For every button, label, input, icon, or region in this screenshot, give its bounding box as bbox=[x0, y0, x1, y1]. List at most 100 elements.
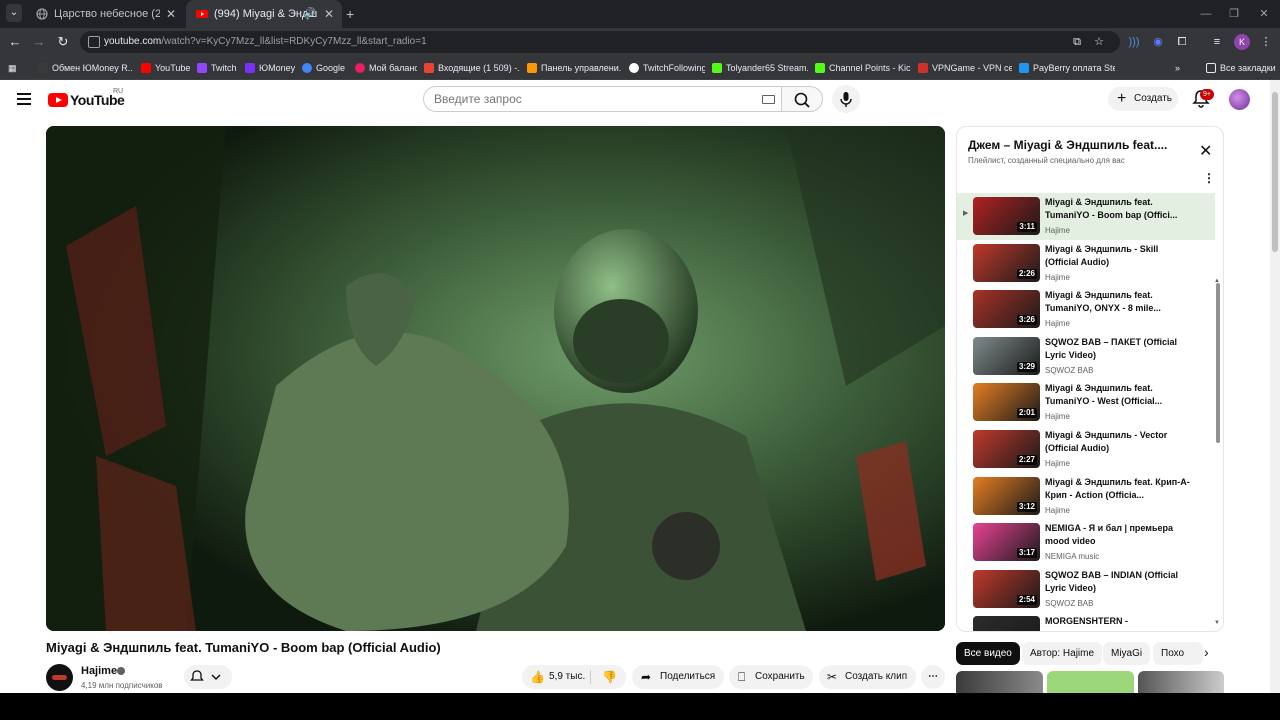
create-button[interactable]: + Создать bbox=[1108, 87, 1178, 111]
search-box[interactable] bbox=[423, 86, 785, 112]
bookmark-item[interactable]: YouTube bbox=[141, 56, 193, 80]
playlist-thumbnail[interactable]: 3:26 bbox=[973, 290, 1040, 329]
playlist-thumbnail[interactable] bbox=[973, 616, 1040, 631]
bookmark-item[interactable]: Входящие (1 509) -... bbox=[424, 56, 520, 80]
playlist-item-title[interactable]: Miyagi & Эндшпиль feat. TumaniYO - Boom … bbox=[1045, 196, 1193, 222]
bookmark-star-icon[interactable]: ☆ bbox=[1092, 35, 1106, 49]
menu-icon[interactable] bbox=[17, 93, 31, 105]
like-count[interactable]: 5,9 тыс. bbox=[549, 665, 585, 689]
bookmark-item[interactable]: Обмен ЮMoney R... bbox=[38, 56, 132, 80]
channel-name[interactable]: Hajime bbox=[81, 665, 117, 677]
chip-author[interactable]: Автор: Hajime bbox=[1022, 642, 1103, 665]
bookmark-item[interactable]: PayBerry оплата Ste... bbox=[1019, 56, 1115, 80]
address-bar[interactable]: youtube.com/watch?v=KyCy7Mzz_ll&list=RDK… bbox=[80, 31, 1120, 53]
playlist-title[interactable]: Джем – Miyagi & Эндшпиль feat.... bbox=[968, 138, 1188, 152]
playlist-item-title[interactable]: SQWOZ BAB – INDIAN (Official Lyric Video… bbox=[1045, 569, 1193, 595]
chevron-right-icon[interactable]: › bbox=[1204, 644, 1209, 660]
chip-all-videos[interactable]: Все видео bbox=[956, 642, 1020, 665]
playlist-item-title[interactable]: Miyagi & Эндшпиль - Skill (Official Audi… bbox=[1045, 243, 1193, 269]
thumbs-down-icon[interactable]: 👎 bbox=[602, 665, 617, 689]
playlist-item-title[interactable]: SQWOZ BAB – ПАКЕТ (Official Lyric Video) bbox=[1045, 336, 1193, 362]
page-scroll-thumb[interactable] bbox=[1272, 92, 1278, 252]
back-icon[interactable]: ← bbox=[7, 34, 23, 50]
playlist-item[interactable]: 2:54 SQWOZ BAB – INDIAN (Official Lyric V… bbox=[957, 566, 1215, 613]
extension-wave-icon[interactable]: ))) bbox=[1126, 34, 1142, 50]
close-tab-icon[interactable]: ✕ bbox=[324, 0, 334, 28]
playlist-thumbnail[interactable]: 3:29 bbox=[973, 336, 1040, 375]
playlist-thumbnail[interactable]: 3:12 bbox=[973, 476, 1040, 515]
playlist-item[interactable]: 3:26 Miyagi & Эндшпиль feat. TumaniYO, ON… bbox=[957, 286, 1215, 333]
keyboard-icon[interactable] bbox=[762, 95, 775, 104]
playlist-item[interactable]: 3:17 NEMIGA - Я и бал | премьера mood vid… bbox=[957, 519, 1215, 566]
save-button[interactable]: ⎕ Сохранить bbox=[729, 665, 813, 689]
bookmark-item[interactable]: VPNGame - VPN ce... bbox=[918, 56, 1012, 80]
playlist-thumbnail[interactable]: 2:54 bbox=[973, 569, 1040, 608]
playlist-item-title[interactable]: NEMIGA - Я и бал | премьера mood video bbox=[1045, 522, 1193, 548]
playlist-item[interactable]: 3:12 Miyagi & Эндшпиль feat. Крип-А-Крип … bbox=[957, 473, 1215, 520]
voice-search-button[interactable] bbox=[832, 85, 860, 113]
extension-shield-icon[interactable]: ◉ bbox=[1150, 34, 1166, 50]
playlist-item[interactable]: MORGENSHTERN - bbox=[957, 612, 1215, 631]
more-actions-icon[interactable]: ⋯ bbox=[921, 665, 945, 689]
recommendation-thumbnail[interactable] bbox=[956, 671, 1043, 693]
bookmark-item[interactable]: Мой баланс bbox=[355, 56, 417, 80]
playlist-thumbnail[interactable]: 2:26 bbox=[973, 243, 1040, 282]
playlist-scrollbar[interactable] bbox=[1216, 283, 1220, 443]
subscription-bell-button[interactable] bbox=[184, 665, 232, 689]
apps-grid-icon[interactable]: ▦ bbox=[8, 56, 22, 80]
channel-avatar[interactable] bbox=[46, 664, 73, 691]
media-controls-icon[interactable]: ≡ bbox=[1209, 34, 1225, 50]
playlist-thumbnail[interactable]: 2:01 bbox=[973, 383, 1040, 422]
bookmark-item[interactable]: ЮMoney bbox=[245, 56, 297, 80]
bookmark-item[interactable]: Channel Points - Kic... bbox=[815, 56, 911, 80]
chip-miyagi[interactable]: MiyaGi bbox=[1103, 642, 1151, 665]
tab-inactive[interactable]: Царство небесное (2005) ✕ bbox=[26, 0, 184, 28]
playlist-item[interactable]: 2:01 Miyagi & Эндшпиль feat. TumaniYO - W… bbox=[957, 379, 1215, 426]
bookmark-item[interactable]: Google bbox=[302, 56, 350, 80]
playlist-thumbnail[interactable]: 2:27 bbox=[973, 430, 1040, 468]
close-playlist-icon[interactable]: ✕ bbox=[1199, 141, 1212, 161]
account-avatar[interactable] bbox=[1229, 89, 1250, 110]
forward-icon[interactable]: → bbox=[31, 34, 47, 50]
speaker-icon[interactable]: 🔊 bbox=[304, 0, 316, 28]
playlist-menu-icon[interactable]: ⋮ bbox=[1203, 171, 1215, 185]
site-info-icon[interactable] bbox=[88, 36, 100, 48]
install-app-icon[interactable]: ⧉ bbox=[1070, 35, 1084, 49]
scroll-down-icon[interactable]: ▼ bbox=[1214, 620, 1220, 626]
playlist-item-title[interactable]: Miyagi & Эндшпиль feat. TumaniYO, ONYX -… bbox=[1045, 289, 1193, 315]
thumbs-up-icon[interactable]: 👍 bbox=[530, 665, 545, 689]
bookmark-item[interactable]: TwitchFollowing bbox=[629, 56, 705, 80]
tab-active[interactable]: (994) Miyagi & Эндшпиль 🔊 ✕ bbox=[186, 0, 342, 28]
playlist-item-title[interactable]: Miyagi & Эндшпиль feat. Крип-А-Крип - Ac… bbox=[1045, 476, 1193, 502]
all-bookmarks[interactable]: Все закладки bbox=[1206, 56, 1276, 80]
playlist-thumbnail[interactable]: 3:11 bbox=[973, 197, 1040, 235]
tab-search-icon[interactable]: ⌄ bbox=[6, 4, 22, 22]
chip-similar[interactable]: Похо bbox=[1153, 642, 1203, 665]
playlist-item[interactable]: 2:27 Miyagi & Эндшпиль - Vector (Official… bbox=[957, 426, 1215, 473]
close-window-icon[interactable]: ✕ bbox=[1248, 0, 1280, 28]
bookmark-item[interactable]: Панель управлени... bbox=[527, 56, 621, 80]
extensions-puzzle-icon[interactable]: ⧠ bbox=[1174, 34, 1190, 50]
playlist-thumbnail[interactable]: 3:17 bbox=[973, 523, 1040, 562]
reload-icon[interactable]: ↻ bbox=[55, 34, 71, 50]
recommendation-thumbnail[interactable] bbox=[1138, 671, 1224, 693]
clip-button[interactable]: ✂ Создать клип bbox=[819, 665, 916, 689]
playlist-item-title[interactable]: Miyagi & Эндшпиль - Vector (Official Aud… bbox=[1045, 429, 1193, 455]
close-tab-icon[interactable]: ✕ bbox=[166, 0, 176, 28]
share-button[interactable]: ➦ Поделиться bbox=[632, 665, 724, 689]
page-scrollbar[interactable] bbox=[1270, 80, 1280, 693]
playlist-item[interactable]: 2:26 Miyagi & Эндшпиль - Skill (Official … bbox=[957, 240, 1215, 287]
playlist-item-title[interactable]: Miyagi & Эндшпиль feat. TumaniYO - West … bbox=[1045, 382, 1193, 408]
search-button[interactable] bbox=[781, 86, 823, 112]
profile-avatar[interactable]: K bbox=[1234, 34, 1250, 50]
playlist-item[interactable]: ▶ 3:11 Miyagi & Эндшпиль feat. TumaniYO - … bbox=[957, 193, 1215, 240]
bookmark-item[interactable]: Twitch bbox=[197, 56, 239, 80]
more-bookmarks-icon[interactable]: » bbox=[1175, 56, 1185, 80]
search-input[interactable] bbox=[434, 87, 754, 111]
restore-icon[interactable]: ❐ bbox=[1218, 0, 1250, 28]
new-tab-icon[interactable]: + bbox=[346, 0, 354, 28]
recommendation-thumbnail[interactable] bbox=[1047, 671, 1134, 693]
playlist-item[interactable]: 3:29 SQWOZ BAB – ПАКЕТ (Official Lyric Vi… bbox=[957, 333, 1215, 380]
playlist-item-title[interactable]: MORGENSHTERN - bbox=[1045, 615, 1193, 631]
bookmark-item[interactable]: Tolyander65 Stream... bbox=[712, 56, 808, 80]
